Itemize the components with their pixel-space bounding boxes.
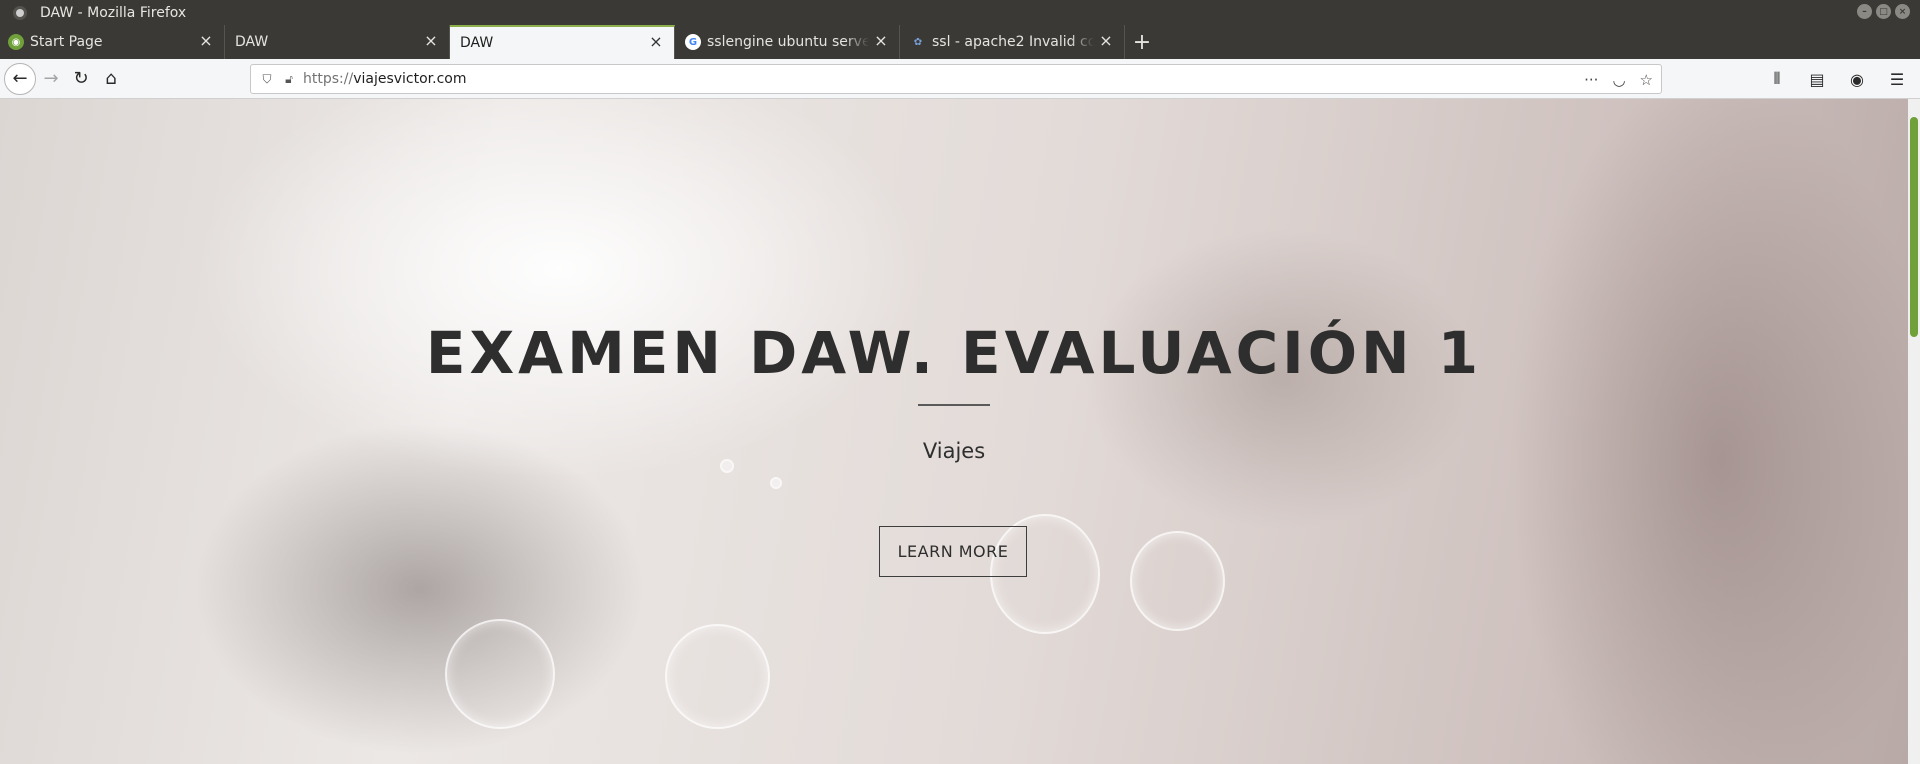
arrow-right-icon: → (43, 68, 59, 89)
url-bar[interactable]: ⛉ 🔓︎ https://viajesvictor.com ··· ◡ ☆ (250, 64, 1662, 94)
app-menu-icon[interactable] (16, 8, 24, 17)
tab-daw-1[interactable]: DAW × (225, 25, 450, 59)
bubble-decoration (445, 619, 555, 729)
page-scrollbar[interactable] (1908, 99, 1920, 764)
url-protocol: https:// (303, 71, 354, 87)
insecure-lock-icon[interactable]: 🔓︎ (281, 71, 297, 87)
tab-strip: ◉ Start Page × DAW × DAW × G sslengine u… (0, 25, 1920, 59)
library-icon: ⫴ (1773, 69, 1781, 88)
close-tab-icon[interactable]: × (648, 34, 664, 51)
tab-label: ssl - apache2 Invalid com (932, 34, 1094, 50)
minimize-icon[interactable]: – (1857, 4, 1872, 19)
hero-title: EXAMEN DAW. EVALUACIÓN 1 (425, 319, 1483, 387)
maximize-icon[interactable]: □ (1876, 4, 1891, 19)
new-tab-button[interactable]: + (1125, 25, 1159, 59)
back-button[interactable]: ← (4, 62, 36, 95)
bubble-decoration (770, 477, 782, 489)
close-tab-icon[interactable]: × (423, 33, 439, 50)
tab-label: DAW (235, 34, 269, 50)
bubble-decoration (1130, 531, 1225, 631)
arrow-left-icon: ← (12, 68, 28, 89)
account-button[interactable]: ◉ (1842, 64, 1872, 94)
tab-ssl-apache2[interactable]: ✿ ssl - apache2 Invalid com × (900, 25, 1125, 59)
pocket-icon[interactable]: ◡ (1612, 71, 1625, 89)
reload-button[interactable]: ↻ (66, 64, 96, 94)
bookmark-star-icon[interactable]: ☆ (1640, 71, 1653, 89)
globe-icon: ◉ (8, 34, 24, 50)
hero-subtitle: Viajes (922, 439, 986, 463)
hamburger-menu-icon: ☰ (1889, 69, 1905, 89)
tab-label: sslengine ubuntu server - (707, 34, 869, 50)
home-button[interactable]: ⌂ (96, 64, 126, 94)
forward-button[interactable]: → (36, 64, 66, 94)
bubble-decoration (665, 624, 770, 729)
askubuntu-icon: ✿ (913, 36, 923, 48)
library-button[interactable]: ⫴ (1762, 64, 1792, 94)
close-window-icon[interactable]: × (1895, 4, 1910, 19)
menu-button[interactable]: ☰ (1882, 64, 1912, 94)
sidebar-icon: ▤ (1809, 69, 1825, 89)
close-tab-icon[interactable]: × (198, 33, 214, 50)
tab-label: DAW (460, 35, 494, 51)
learn-more-button[interactable]: LEARN MORE (879, 526, 1027, 577)
window-title: DAW - Mozilla Firefox (40, 4, 187, 21)
scrollbar-thumb[interactable] (1910, 117, 1918, 337)
hero-divider (918, 404, 990, 406)
reload-icon: ↻ (73, 68, 89, 89)
tab-daw-active[interactable]: DAW × (450, 25, 675, 59)
window-titlebar: DAW - Mozilla Firefox – □ × (0, 0, 1920, 25)
tab-sslengine[interactable]: G sslengine ubuntu server - × (675, 25, 900, 59)
tracking-shield-icon[interactable]: ⛉ (259, 71, 275, 87)
window-controls: – □ × (1857, 4, 1910, 19)
account-icon: ◉ (1850, 69, 1864, 89)
tab-label: Start Page (30, 34, 103, 50)
navigation-toolbar: ← → ↻ ⌂ ⛉ 🔓︎ https://viajesvictor.com ··… (0, 59, 1920, 99)
home-icon: ⌂ (105, 68, 117, 89)
toolbar-right: ⫴ ▤ ◉ ☰ (1762, 64, 1920, 94)
plus-icon: + (1132, 29, 1152, 55)
google-icon: G (685, 34, 701, 50)
close-tab-icon[interactable]: × (1098, 33, 1114, 50)
url-host: viajesvictor.com (353, 71, 467, 87)
sidebar-button[interactable]: ▤ (1802, 64, 1832, 94)
close-tab-icon[interactable]: × (873, 33, 889, 50)
url-actions: ··· ◡ ☆ (1584, 71, 1653, 89)
more-actions-icon[interactable]: ··· (1584, 71, 1598, 89)
tab-start-page[interactable]: ◉ Start Page × (0, 25, 225, 59)
page-content: EXAMEN DAW. EVALUACIÓN 1 Viajes LEARN MO… (0, 99, 1908, 764)
